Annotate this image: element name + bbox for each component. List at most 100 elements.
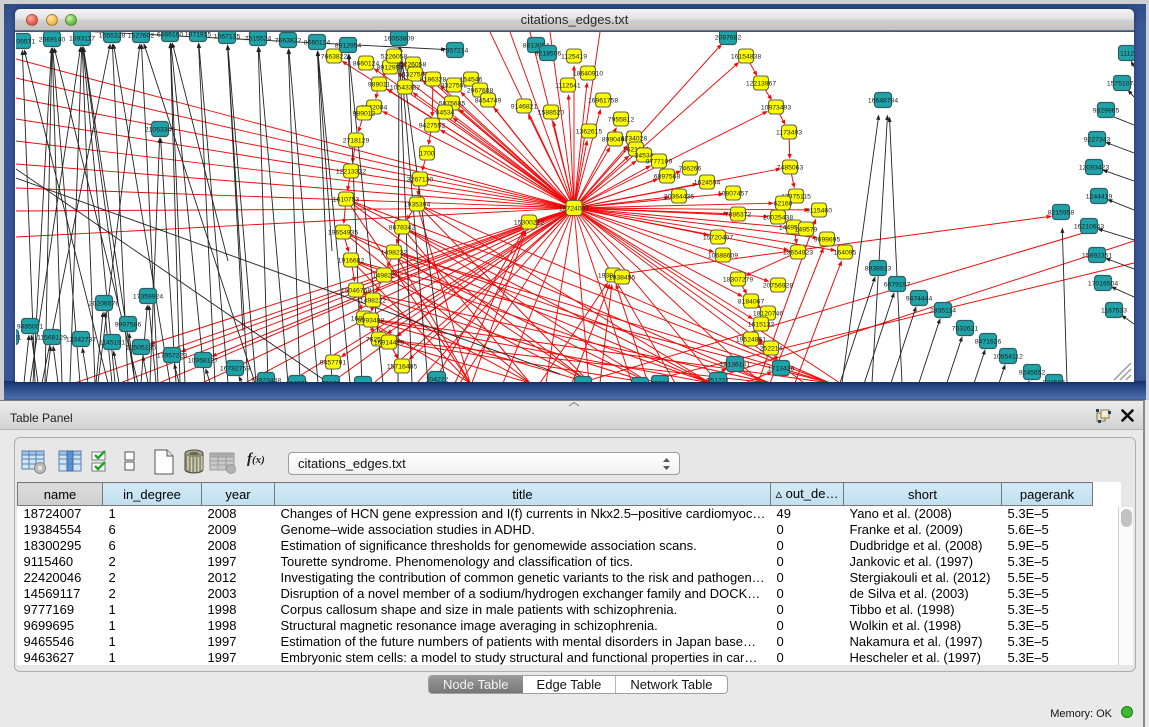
svg-text:7515524: 7515524: [245, 35, 272, 42]
svg-text:2087682: 2087682: [715, 34, 742, 41]
svg-text:1362615: 1362615: [576, 128, 603, 135]
svg-text:20364436: 20364436: [664, 193, 694, 200]
svg-text:1527602: 1527602: [128, 32, 155, 39]
svg-text:16914479: 16914479: [374, 339, 404, 346]
svg-text:9485001: 9485001: [17, 323, 44, 330]
svg-text:13654923: 13654923: [783, 249, 813, 256]
svg-text:1055328: 1055328: [99, 32, 126, 39]
svg-text:9329965: 9329965: [1093, 107, 1120, 114]
svg-text:1700: 1700: [419, 150, 434, 157]
svg-text:10958127: 10958127: [188, 357, 218, 364]
svg-text:20206576: 20206576: [89, 300, 119, 307]
svg-text:1615132: 1615132: [748, 321, 775, 328]
svg-text:16154838: 16154838: [731, 53, 761, 60]
svg-text:1244419: 1244419: [1086, 193, 1113, 200]
svg-text:8093488: 8093488: [358, 317, 385, 324]
svg-text:18221: 18221: [354, 381, 373, 382]
svg-text:15892351: 15892351: [1082, 252, 1112, 259]
svg-text:18120746: 18120746: [753, 310, 783, 317]
svg-text:6734028: 6734028: [621, 135, 648, 142]
svg-text:12342737: 12342737: [66, 336, 96, 343]
svg-text:6897568: 6897568: [654, 173, 681, 180]
svg-text:1938455: 1938455: [609, 274, 636, 281]
svg-text:18307279: 18307279: [723, 276, 753, 283]
svg-text:1071915: 1071915: [185, 32, 212, 38]
svg-text:8938923: 8938923: [865, 265, 892, 272]
svg-text:19524851: 19524851: [736, 336, 766, 343]
svg-text:1167533: 1167533: [1101, 307, 1127, 314]
svg-text:10543382: 10543382: [390, 84, 420, 91]
svg-text:9457791: 9457791: [320, 359, 347, 366]
svg-text:7955812: 7955812: [608, 116, 635, 123]
svg-text:14136141: 14136141: [720, 361, 750, 368]
svg-text:1093117: 1093117: [69, 35, 95, 42]
svg-text:8454749: 8454749: [475, 97, 502, 104]
svg-text:16648784: 16648784: [868, 97, 898, 104]
svg-text:12923448: 12923448: [251, 377, 281, 382]
svg-text:1067135: 1067135: [214, 33, 241, 40]
svg-text:12213332: 12213332: [336, 168, 366, 175]
svg-text:1112541: 1112541: [555, 82, 581, 89]
svg-text:7663822: 7663822: [321, 53, 348, 60]
svg-text:1916682: 1916682: [338, 257, 365, 264]
svg-text:154546: 154546: [460, 76, 483, 83]
svg-text:1624554: 1624554: [694, 179, 721, 186]
svg-text:9146821: 9146821: [511, 103, 538, 110]
svg-text:8660124: 8660124: [353, 60, 380, 67]
svg-text:1588520: 1588520: [538, 109, 565, 116]
svg-text:149579: 149579: [795, 226, 818, 233]
svg-text:2718129: 2718129: [343, 137, 370, 144]
svg-text:3267130: 3267130: [407, 176, 434, 183]
svg-text:16053809: 16053809: [384, 35, 414, 42]
svg-text:8184067: 8184067: [738, 298, 765, 305]
svg-text:10807457: 10807457: [718, 190, 748, 197]
svg-text:15720407: 15720407: [703, 234, 733, 241]
svg-text:15751074: 15751074: [1107, 80, 1134, 87]
svg-text:924565: 924565: [1043, 379, 1066, 382]
svg-text:164095: 164095: [834, 249, 857, 256]
svg-text:9699695: 9699695: [814, 236, 841, 243]
svg-text:391521: 391521: [16, 334, 22, 341]
svg-text:34534: 34534: [436, 109, 455, 116]
svg-text:8471626: 8471626: [975, 338, 1002, 345]
svg-text:151221: 151221: [707, 377, 730, 382]
svg-text:104521: 104521: [286, 380, 309, 382]
svg-text:1498222: 1498222: [381, 249, 408, 256]
svg-text:17359924: 17359924: [133, 293, 163, 300]
svg-text:1173493: 1173493: [776, 129, 802, 136]
svg-text:9427552: 9427552: [419, 122, 446, 129]
svg-text:1610753: 1610753: [333, 196, 360, 203]
svg-text:9218506: 9218506: [535, 50, 562, 57]
svg-text:7632621: 7632621: [952, 325, 979, 332]
svg-text:95221: 95221: [651, 380, 670, 382]
svg-text:11568129: 11568129: [37, 334, 67, 341]
svg-text:10688609: 10688609: [708, 252, 738, 259]
svg-text:1405571: 1405571: [16, 38, 35, 45]
svg-text:9777109: 9777109: [646, 158, 673, 165]
svg-text:1112: 1112: [1120, 50, 1134, 57]
svg-text:12213967: 12213967: [746, 80, 776, 87]
svg-text:19654935: 19654935: [328, 229, 358, 236]
svg-text:16210643: 16210643: [1074, 223, 1104, 230]
svg-text:104222: 104222: [426, 376, 449, 382]
svg-text:8215958: 8215958: [1048, 209, 1075, 216]
svg-text:10654112: 10654112: [993, 353, 1023, 360]
svg-text:16782759: 16782759: [220, 365, 250, 372]
svg-text:9997586: 9997586: [115, 321, 142, 328]
svg-text:20756928: 20756928: [763, 282, 793, 289]
svg-text:10973493: 10973493: [761, 104, 791, 111]
svg-text:7485063: 7485063: [777, 164, 804, 171]
svg-text:7886372: 7886372: [725, 211, 752, 218]
svg-text:6466160: 6466160: [157, 32, 184, 38]
svg-text:15716485: 15716485: [387, 363, 417, 370]
svg-text:149822: 149822: [373, 272, 396, 279]
svg-text:9227343: 9227343: [1084, 136, 1111, 143]
svg-text:746266: 746266: [679, 165, 702, 172]
svg-text:8660124: 8660124: [304, 39, 331, 46]
svg-text:21053346: 21053346: [145, 126, 175, 133]
svg-text:18724007: 18724007: [559, 205, 589, 212]
svg-text:989012: 989012: [353, 110, 376, 117]
svg-text:9245652: 9245652: [1019, 369, 1046, 376]
svg-text:1713426: 1713426: [768, 365, 795, 372]
svg-text:62160: 62160: [774, 200, 793, 207]
